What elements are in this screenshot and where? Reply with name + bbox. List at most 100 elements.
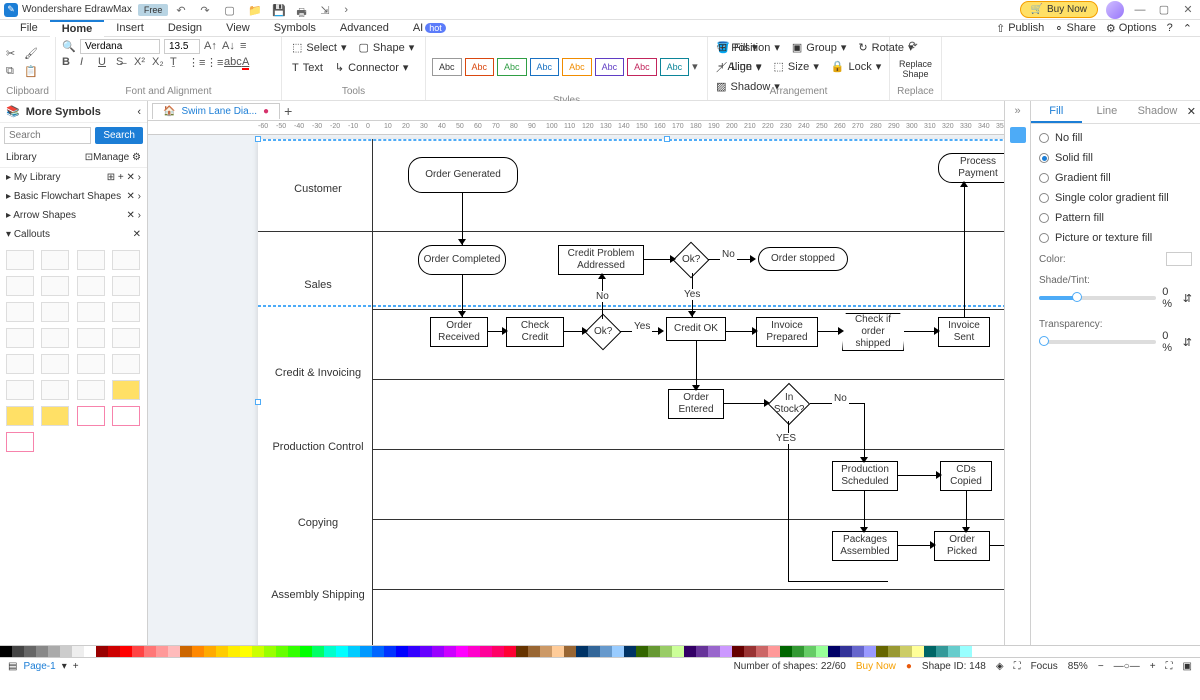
new-icon[interactable]: ▢ bbox=[224, 4, 236, 16]
fill-option[interactable]: Solid fill bbox=[1039, 152, 1192, 164]
style-preset[interactable]: Abc bbox=[627, 58, 657, 76]
strike-icon[interactable]: S̶ bbox=[116, 56, 130, 70]
shape-item[interactable] bbox=[41, 302, 69, 322]
document-tab[interactable]: 🏠Swim Lane Dia...● bbox=[152, 103, 280, 119]
align-dropdown[interactable]: ⫞Align▾ bbox=[714, 58, 766, 75]
menu-insert[interactable]: Insert bbox=[104, 20, 156, 37]
fill-tab[interactable]: Fill bbox=[1031, 101, 1082, 123]
menu-ai[interactable]: AIhot bbox=[401, 20, 458, 37]
lane-label[interactable]: Production Control bbox=[268, 441, 368, 453]
paste-icon[interactable]: 📋 bbox=[24, 65, 38, 79]
style-more-icon[interactable]: ▾ bbox=[692, 60, 706, 74]
canvas[interactable]: Customer Sales Credit & Invoicing Produc… bbox=[148, 135, 1004, 645]
node-credit-ok[interactable]: Credit OK bbox=[666, 317, 726, 341]
menu-view[interactable]: View bbox=[214, 20, 262, 37]
node-check-shipped[interactable]: Check if order shipped bbox=[842, 313, 904, 351]
lane-label[interactable]: Sales bbox=[268, 279, 368, 291]
copy-icon[interactable]: ⧉ bbox=[6, 65, 20, 79]
add-page-button[interactable]: + bbox=[73, 661, 79, 672]
shape-item[interactable] bbox=[6, 354, 34, 374]
line-tab[interactable]: Line bbox=[1082, 101, 1133, 123]
shape-item[interactable] bbox=[6, 406, 34, 426]
undo-icon[interactable]: ↶ bbox=[176, 4, 188, 16]
lane-label[interactable]: Credit & Invoicing bbox=[268, 367, 368, 379]
node-order-completed[interactable]: Order Completed bbox=[418, 245, 506, 275]
shape-item[interactable] bbox=[41, 328, 69, 348]
shade-slider[interactable] bbox=[1039, 296, 1156, 300]
page-tab-menu[interactable]: ▾ bbox=[62, 661, 67, 672]
select-tool[interactable]: ⬚Select▾ bbox=[288, 39, 351, 56]
lib-section[interactable]: ▸ Arrow Shapes✕ › bbox=[0, 206, 147, 225]
size-dropdown[interactable]: ⬚Size▾ bbox=[770, 58, 823, 75]
cut-icon[interactable]: ✂ bbox=[6, 47, 20, 61]
node-invoice-sent[interactable]: Invoice Sent bbox=[938, 317, 990, 347]
format-panel-icon[interactable] bbox=[1010, 127, 1026, 143]
maximize-button[interactable]: ▢ bbox=[1156, 2, 1172, 18]
more-symbols-icon[interactable]: 📚 bbox=[6, 105, 20, 118]
node-process-payment[interactable]: Process Payment bbox=[938, 153, 1004, 183]
zoom-slider[interactable]: —○— bbox=[1114, 661, 1140, 672]
lib-section[interactable]: ▸ Basic Flowchart Shapes✕ › bbox=[0, 187, 147, 206]
minimize-button[interactable]: — bbox=[1132, 2, 1148, 18]
transparency-slider[interactable] bbox=[1039, 340, 1156, 344]
style-preset[interactable]: Abc bbox=[465, 58, 495, 76]
color-swatch[interactable] bbox=[1166, 252, 1192, 266]
font-size-select[interactable] bbox=[164, 39, 200, 54]
node-order-stopped[interactable]: Order stopped bbox=[758, 247, 848, 271]
publish-link[interactable]: ⇧Publish bbox=[996, 22, 1044, 35]
layers-icon[interactable]: ◈ bbox=[996, 661, 1004, 672]
shape-item[interactable] bbox=[77, 250, 105, 270]
menu-symbols[interactable]: Symbols bbox=[262, 20, 328, 37]
lane-label[interactable]: Customer bbox=[268, 183, 368, 195]
lock-dropdown[interactable]: 🔒Lock▾ bbox=[827, 58, 885, 75]
focus-icon[interactable]: ⛶ bbox=[1014, 661, 1021, 672]
more-icon[interactable]: › bbox=[344, 4, 356, 16]
decrease-font-icon[interactable]: A↓ bbox=[222, 40, 236, 54]
shape-item[interactable] bbox=[77, 354, 105, 374]
menu-design[interactable]: Design bbox=[156, 20, 214, 37]
shape-item[interactable] bbox=[77, 380, 105, 400]
stepper-icon[interactable]: ⇵ bbox=[1183, 336, 1192, 349]
save-icon[interactable]: 💾 bbox=[272, 4, 284, 16]
node-check-credit[interactable]: Check Credit bbox=[506, 317, 564, 347]
shape-item[interactable] bbox=[112, 354, 140, 374]
group-dropdown[interactable]: ▣Group▾ bbox=[788, 39, 851, 56]
shape-item[interactable] bbox=[77, 406, 105, 426]
shape-item[interactable] bbox=[6, 302, 34, 322]
shape-item[interactable] bbox=[6, 250, 34, 270]
style-preset[interactable]: Abc bbox=[562, 58, 592, 76]
underline-icon[interactable]: U bbox=[98, 56, 112, 70]
more-symbols-label[interactable]: More Symbols bbox=[26, 106, 101, 118]
open-icon[interactable]: 📁 bbox=[248, 4, 260, 16]
stepper-icon[interactable]: ⇵ bbox=[1183, 292, 1192, 305]
node-invoice-prepared[interactable]: Invoice Prepared bbox=[756, 317, 818, 347]
node-order-entered[interactable]: Order Entered bbox=[668, 389, 724, 419]
style-preset[interactable]: Abc bbox=[530, 58, 560, 76]
node-ok2[interactable]: Ok? bbox=[585, 314, 622, 351]
shape-item[interactable] bbox=[41, 250, 69, 270]
font-search-icon[interactable]: 🔍 bbox=[62, 40, 76, 54]
zoom-out-button[interactable]: − bbox=[1098, 661, 1104, 672]
options-link[interactable]: ⚙Options bbox=[1106, 22, 1157, 35]
close-button[interactable]: ✕ bbox=[1180, 2, 1196, 18]
replace-shape-icon[interactable]: ⟳ bbox=[909, 39, 923, 53]
bold-icon[interactable]: B bbox=[62, 56, 76, 70]
shape-item[interactable] bbox=[41, 276, 69, 296]
fill-option[interactable]: Single color gradient fill bbox=[1039, 192, 1192, 204]
shape-item[interactable] bbox=[77, 276, 105, 296]
superscript-icon[interactable]: X² bbox=[134, 56, 148, 70]
collapse-panel-icon[interactable]: ‹ bbox=[137, 106, 141, 118]
focus-label[interactable]: Focus bbox=[1031, 661, 1058, 672]
node-packages-assembled[interactable]: Packages Assembled bbox=[832, 531, 898, 561]
collapse-ribbon-icon[interactable]: ⌃ bbox=[1183, 22, 1192, 35]
lane-label[interactable]: Copying bbox=[268, 517, 368, 529]
highlight-icon[interactable]: abc bbox=[224, 56, 238, 70]
new-tab-button[interactable]: + bbox=[284, 103, 292, 119]
shape-item[interactable] bbox=[112, 380, 140, 400]
menu-file[interactable]: File bbox=[8, 20, 50, 37]
shape-item[interactable] bbox=[41, 354, 69, 374]
shape-item[interactable] bbox=[77, 302, 105, 322]
lib-section[interactable]: ▾ Callouts✕ bbox=[0, 225, 147, 244]
shape-item[interactable] bbox=[6, 276, 34, 296]
menu-advanced[interactable]: Advanced bbox=[328, 20, 401, 37]
